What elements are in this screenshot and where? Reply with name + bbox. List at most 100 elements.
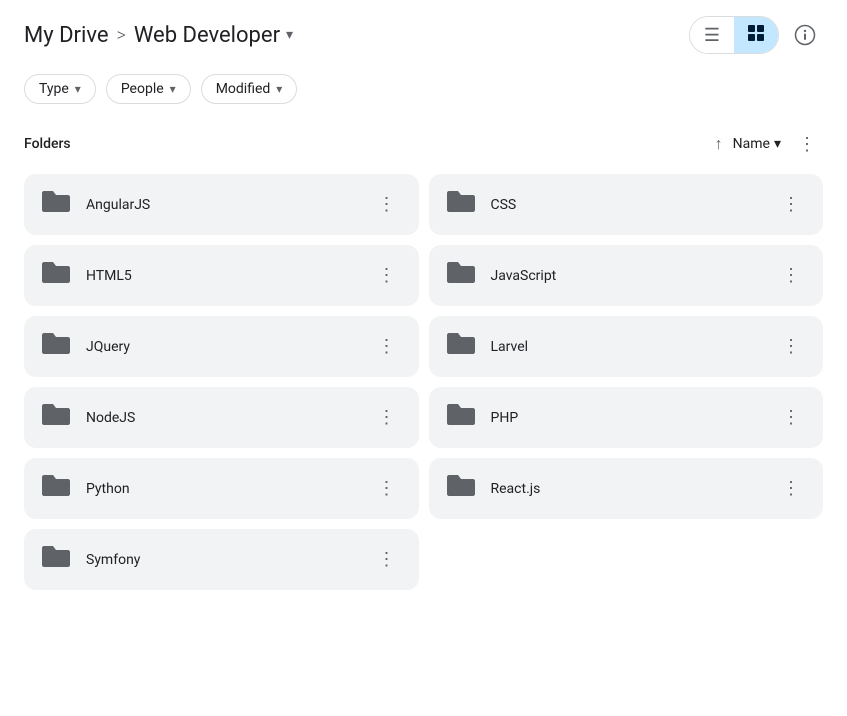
folder-left: PHP bbox=[445, 401, 519, 434]
folder-icon bbox=[40, 259, 72, 292]
folder-name: NodeJS bbox=[86, 410, 135, 426]
header: My Drive > Web Developer ▾ ☰ bbox=[24, 16, 823, 54]
folder-item[interactable]: CSS ⋮ bbox=[429, 174, 824, 235]
filter-people-button[interactable]: People ▾ bbox=[106, 74, 191, 104]
folder-name: Python bbox=[86, 481, 130, 497]
section-title: Folders bbox=[24, 136, 71, 152]
filter-people-label: People bbox=[121, 81, 164, 97]
breadcrumb-separator: > bbox=[117, 25, 126, 46]
folder-icon bbox=[445, 259, 477, 292]
folder-name: JavaScript bbox=[491, 268, 557, 284]
folder-item[interactable]: NodeJS ⋮ bbox=[24, 387, 419, 448]
folder-name: AngularJS bbox=[86, 197, 150, 213]
folder-left: AngularJS bbox=[40, 188, 150, 221]
view-toggle: ☰ bbox=[689, 16, 779, 54]
folder-icon bbox=[445, 330, 477, 363]
folder-name: HTML5 bbox=[86, 268, 132, 284]
my-drive-label[interactable]: My Drive bbox=[24, 23, 109, 48]
filter-modified-arrow: ▾ bbox=[276, 82, 282, 96]
folder-left: CSS bbox=[445, 188, 517, 221]
section-header: Folders ↑ Name ▾ ⋮ bbox=[24, 128, 823, 160]
folder-more-button[interactable]: ⋮ bbox=[371, 260, 403, 292]
filter-people-arrow: ▾ bbox=[170, 82, 176, 96]
more-icon: ⋮ bbox=[378, 549, 396, 570]
folder-name: JQuery bbox=[86, 339, 130, 355]
folder-more-button[interactable]: ⋮ bbox=[775, 260, 807, 292]
folder-item[interactable]: React.js ⋮ bbox=[429, 458, 824, 519]
current-folder-button[interactable]: Web Developer ▾ bbox=[134, 23, 293, 48]
folder-icon bbox=[445, 472, 477, 505]
folder-more-button[interactable]: ⋮ bbox=[775, 331, 807, 363]
more-icon: ⋮ bbox=[378, 194, 396, 215]
folder-dropdown-arrow: ▾ bbox=[286, 27, 293, 43]
folder-item[interactable]: Symfony ⋮ bbox=[24, 529, 419, 590]
folder-name: CSS bbox=[491, 197, 517, 213]
folder-icon bbox=[40, 472, 72, 505]
header-actions: ☰ bbox=[689, 16, 823, 54]
folder-icon bbox=[40, 188, 72, 221]
folder-item[interactable]: AngularJS ⋮ bbox=[24, 174, 419, 235]
filter-type-button[interactable]: Type ▾ bbox=[24, 74, 96, 104]
more-icon: ⋮ bbox=[798, 134, 816, 155]
more-icon: ⋮ bbox=[782, 336, 800, 357]
folder-left: Larvel bbox=[445, 330, 529, 363]
filter-modified-button[interactable]: Modified ▾ bbox=[201, 74, 298, 104]
folder-item[interactable]: Larvel ⋮ bbox=[429, 316, 824, 377]
folders-grid: AngularJS ⋮ CSS ⋮ HTML5 ⋮ bbox=[24, 174, 823, 590]
folder-icon bbox=[445, 188, 477, 221]
folder-icon bbox=[40, 330, 72, 363]
breadcrumb: My Drive > Web Developer ▾ bbox=[24, 23, 293, 48]
list-icon: ☰ bbox=[704, 25, 720, 46]
folder-item[interactable]: PHP ⋮ bbox=[429, 387, 824, 448]
folder-icon bbox=[40, 401, 72, 434]
folder-more-button[interactable]: ⋮ bbox=[775, 189, 807, 221]
folder-more-button[interactable]: ⋮ bbox=[371, 544, 403, 576]
filter-type-label: Type bbox=[39, 81, 69, 97]
more-icon: ⋮ bbox=[378, 407, 396, 428]
folder-icon bbox=[445, 401, 477, 434]
filters-bar: Type ▾ People ▾ Modified ▾ bbox=[24, 74, 823, 104]
sort-arrow-icon: ▾ bbox=[774, 136, 781, 152]
list-view-button[interactable]: ☰ bbox=[690, 17, 734, 53]
folder-item[interactable]: Python ⋮ bbox=[24, 458, 419, 519]
sort-controls: ↑ Name ▾ ⋮ bbox=[715, 128, 823, 160]
grid-icon bbox=[746, 23, 766, 48]
more-icon: ⋮ bbox=[782, 478, 800, 499]
folder-name: React.js bbox=[491, 481, 541, 497]
info-button[interactable] bbox=[787, 17, 823, 53]
sort-direction-icon[interactable]: ↑ bbox=[715, 134, 723, 154]
folder-more-button[interactable]: ⋮ bbox=[775, 473, 807, 505]
sort-by-name-button[interactable]: Name ▾ bbox=[733, 136, 781, 152]
folder-icon bbox=[40, 543, 72, 576]
more-icon: ⋮ bbox=[378, 478, 396, 499]
folder-item[interactable]: HTML5 ⋮ bbox=[24, 245, 419, 306]
folder-left: Symfony bbox=[40, 543, 140, 576]
more-icon: ⋮ bbox=[782, 194, 800, 215]
folder-left: HTML5 bbox=[40, 259, 132, 292]
folder-left: NodeJS bbox=[40, 401, 135, 434]
folder-left: Python bbox=[40, 472, 130, 505]
folder-more-button[interactable]: ⋮ bbox=[371, 402, 403, 434]
folder-more-button[interactable]: ⋮ bbox=[371, 189, 403, 221]
more-icon: ⋮ bbox=[378, 265, 396, 286]
more-icon: ⋮ bbox=[378, 336, 396, 357]
folder-more-button[interactable]: ⋮ bbox=[371, 331, 403, 363]
filter-type-arrow: ▾ bbox=[75, 82, 81, 96]
folder-name: Larvel bbox=[491, 339, 529, 355]
filter-modified-label: Modified bbox=[216, 81, 271, 97]
grid-view-button[interactable] bbox=[734, 17, 778, 53]
folder-item[interactable]: JavaScript ⋮ bbox=[429, 245, 824, 306]
sort-label: Name bbox=[733, 136, 770, 152]
folder-name: Symfony bbox=[86, 552, 140, 568]
more-icon: ⋮ bbox=[782, 265, 800, 286]
folder-left: JavaScript bbox=[445, 259, 557, 292]
folder-name: PHP bbox=[491, 410, 519, 426]
current-folder-label: Web Developer bbox=[134, 23, 280, 48]
folder-item[interactable]: JQuery ⋮ bbox=[24, 316, 419, 377]
more-icon: ⋮ bbox=[782, 407, 800, 428]
section-more-button[interactable]: ⋮ bbox=[791, 128, 823, 160]
folder-more-button[interactable]: ⋮ bbox=[775, 402, 807, 434]
folder-left: JQuery bbox=[40, 330, 130, 363]
folder-more-button[interactable]: ⋮ bbox=[371, 473, 403, 505]
folder-left: React.js bbox=[445, 472, 541, 505]
